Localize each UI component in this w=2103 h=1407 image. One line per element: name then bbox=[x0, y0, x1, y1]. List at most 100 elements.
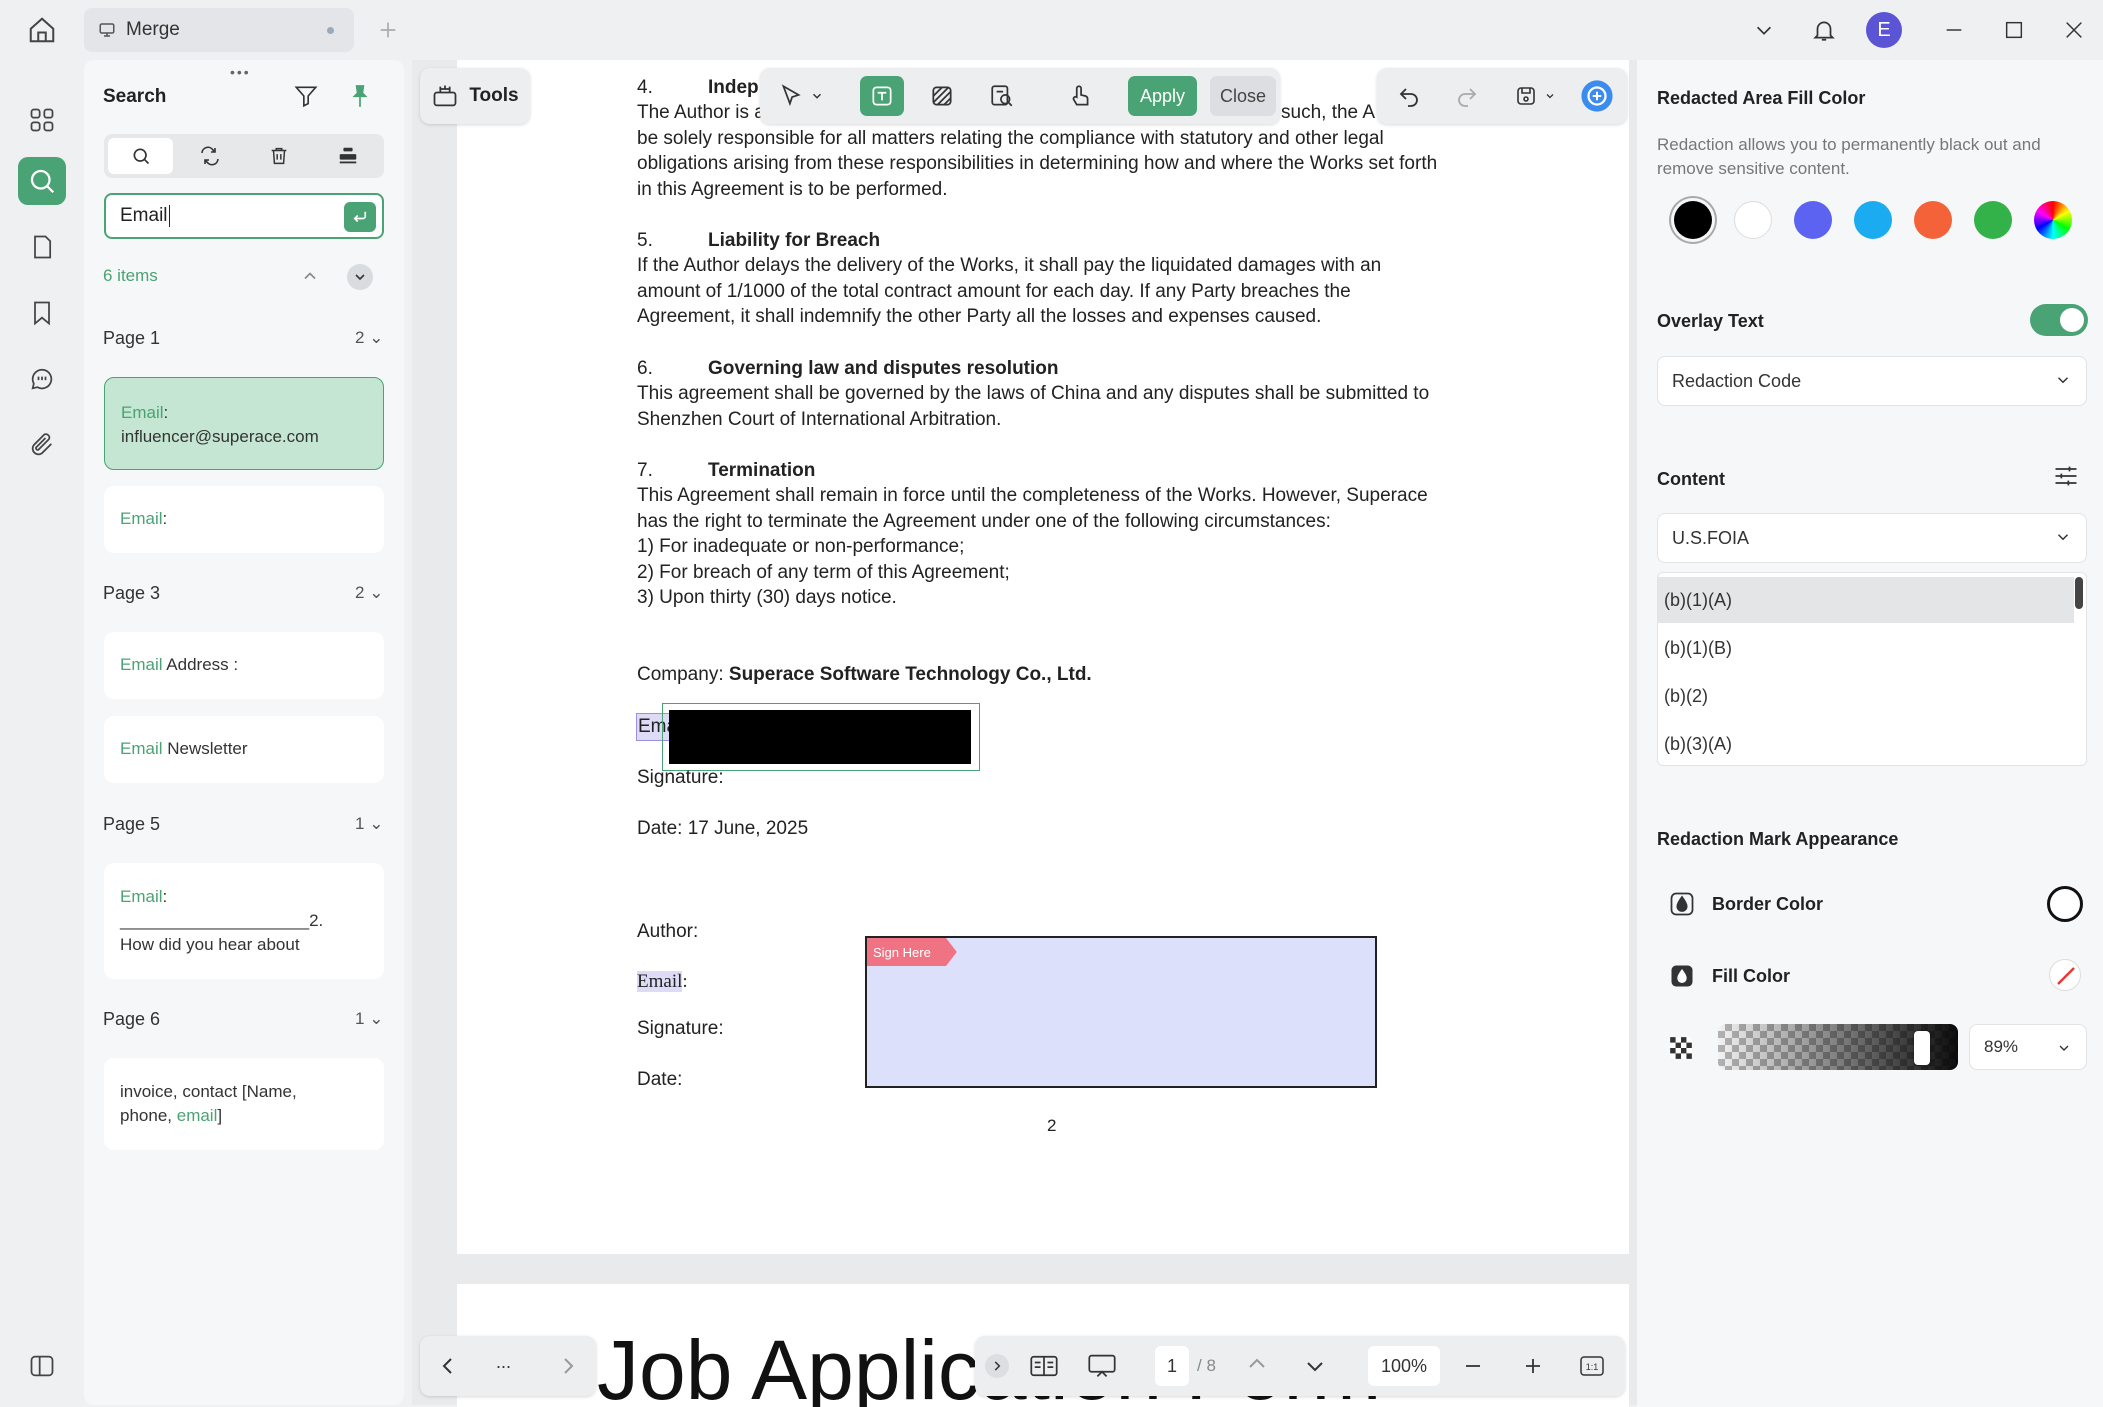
overlay-text-toggle[interactable] bbox=[2030, 304, 2088, 336]
filter-icon bbox=[294, 86, 318, 108]
redaction-code-list[interactable]: (b)(1)(A) (b)(1)(B) (b)(2) (b)(3)(A) bbox=[1657, 572, 2087, 766]
swatch-white[interactable] bbox=[1734, 201, 1772, 239]
zoom-level[interactable]: 100% bbox=[1368, 1346, 1440, 1386]
search-highlight[interactable]: Email bbox=[637, 971, 683, 992]
close-redaction-button[interactable]: Close bbox=[1210, 76, 1277, 116]
code-list-scrollbar[interactable] bbox=[2075, 577, 2083, 609]
rail-pages-button[interactable] bbox=[18, 223, 66, 271]
user-avatar[interactable]: E bbox=[1866, 12, 1902, 48]
undo-button[interactable] bbox=[1389, 76, 1429, 116]
zoom-in-button[interactable] bbox=[1521, 1354, 1545, 1378]
result-group-page-1[interactable]: Page 1 bbox=[103, 328, 160, 349]
search-input[interactable]: Email bbox=[104, 193, 384, 239]
next-page-button[interactable] bbox=[1303, 1354, 1327, 1378]
pin-button[interactable] bbox=[340, 76, 380, 116]
fill-color-picker[interactable] bbox=[2049, 959, 2081, 991]
minimize-icon bbox=[1946, 29, 1962, 31]
home-button[interactable] bbox=[22, 12, 62, 48]
overlay-text-select[interactable]: Redaction Code bbox=[1657, 356, 2087, 406]
actual-size-button[interactable]: 1:1 bbox=[1579, 1354, 1605, 1378]
close-icon bbox=[2066, 22, 2082, 38]
previous-result-button[interactable] bbox=[300, 266, 320, 286]
result-group-page-3[interactable]: Page 3 bbox=[103, 583, 160, 604]
current-page-input[interactable]: 1 bbox=[1155, 1346, 1189, 1386]
search-result[interactable]: invoice, contact [Name, phone, email] bbox=[104, 1058, 384, 1150]
filter-button[interactable] bbox=[286, 76, 326, 116]
swatch-green[interactable] bbox=[1974, 201, 2012, 239]
panel-drag-handle[interactable]: ••• bbox=[230, 64, 251, 80]
code-item[interactable]: (b)(3)(A) bbox=[1658, 721, 2074, 765]
search-result[interactable]: Email: influencer@superace.com bbox=[104, 377, 384, 470]
rail-bookmarks-button[interactable] bbox=[18, 289, 66, 337]
tabs-dropdown-button[interactable] bbox=[1744, 10, 1784, 50]
swatch-custom-color[interactable] bbox=[2034, 201, 2072, 239]
tools-label: Tools bbox=[469, 85, 519, 106]
select-tool-button[interactable] bbox=[772, 76, 830, 116]
screen-icon bbox=[1088, 1354, 1116, 1377]
sliders-icon bbox=[2055, 466, 2077, 486]
result-group-count[interactable]: 2 ⌄ bbox=[355, 583, 383, 603]
swatch-sky-blue[interactable] bbox=[1854, 201, 1892, 239]
result-group-page-5[interactable]: Page 5 bbox=[103, 814, 160, 835]
close-window-button[interactable] bbox=[2054, 10, 2094, 50]
save-button[interactable] bbox=[1505, 76, 1565, 116]
opacity-slider-thumb[interactable] bbox=[1914, 1031, 1930, 1065]
border-color-picker[interactable] bbox=[2047, 886, 2083, 922]
new-tab-button[interactable] bbox=[372, 14, 404, 46]
search-result[interactable]: Email: ____________________2. How did yo… bbox=[104, 863, 384, 979]
next-result-button[interactable] bbox=[347, 264, 373, 290]
rail-thumbnails-button[interactable] bbox=[18, 96, 66, 144]
mode-replace[interactable] bbox=[177, 138, 242, 174]
mark-text-redaction-button[interactable] bbox=[860, 76, 904, 116]
mode-redact[interactable] bbox=[315, 138, 380, 174]
mode-search[interactable] bbox=[108, 138, 173, 174]
ai-assistant-button[interactable] bbox=[1577, 76, 1617, 116]
maximize-button[interactable] bbox=[1994, 10, 2034, 50]
opacity-select[interactable]: 89% bbox=[1969, 1024, 2087, 1070]
content-settings-button[interactable] bbox=[2052, 462, 2080, 490]
swatch-black[interactable] bbox=[1674, 201, 1712, 239]
search-result[interactable]: Email: bbox=[104, 486, 384, 553]
page-layout-button[interactable] bbox=[1029, 1352, 1059, 1380]
forward-button[interactable] bbox=[556, 1354, 580, 1378]
result-group-count[interactable]: 1 ⌄ bbox=[355, 1009, 383, 1029]
presentation-button[interactable] bbox=[1087, 1352, 1117, 1380]
mode-delete[interactable] bbox=[246, 138, 311, 174]
search-icon bbox=[133, 148, 149, 165]
minimize-button[interactable] bbox=[1934, 10, 1974, 50]
code-item[interactable]: (b)(2) bbox=[1658, 673, 2074, 719]
expand-toolbar-button[interactable] bbox=[985, 1354, 1009, 1378]
search-result[interactable]: Email Address : bbox=[104, 632, 384, 699]
rail-attachments-button[interactable] bbox=[18, 421, 66, 469]
notifications-button[interactable] bbox=[1804, 10, 1844, 50]
search-submit-button[interactable] bbox=[344, 202, 376, 232]
apply-redaction-button[interactable]: Apply bbox=[1128, 76, 1198, 116]
redaction-mark[interactable] bbox=[669, 710, 971, 764]
swatch-orange[interactable] bbox=[1914, 201, 1952, 239]
rail-settings-button[interactable] bbox=[18, 1342, 66, 1390]
content-select[interactable]: U.S.FOIA bbox=[1657, 513, 2087, 563]
code-item[interactable]: (b)(1)(A) bbox=[1658, 577, 2074, 623]
tab-merge[interactable]: Merge bbox=[84, 8, 354, 52]
back-button[interactable] bbox=[436, 1354, 460, 1378]
signature-field[interactable]: Sign Here bbox=[865, 936, 1377, 1088]
redact-icon bbox=[339, 147, 356, 164]
code-item[interactable]: (b)(1)(B) bbox=[1658, 625, 2074, 671]
document-page[interactable]: 4. Indep The Author is a such, the A be … bbox=[457, 60, 1629, 1254]
tools-button[interactable]: Tools bbox=[420, 68, 530, 124]
more-button[interactable]: ... bbox=[496, 1352, 511, 1373]
redo-button[interactable] bbox=[1447, 76, 1487, 116]
result-group-count[interactable]: 1 ⌄ bbox=[355, 814, 383, 834]
search-result[interactable]: Email Newsletter bbox=[104, 716, 384, 783]
previous-page-button[interactable] bbox=[1245, 1352, 1269, 1376]
search-redact-button[interactable] bbox=[980, 76, 1024, 116]
result-group-count[interactable]: 2 ⌄ bbox=[355, 328, 383, 348]
redact-pages-button[interactable] bbox=[1058, 76, 1102, 116]
mark-area-redaction-button[interactable] bbox=[920, 76, 964, 116]
rail-search-button[interactable] bbox=[18, 157, 66, 205]
result-group-page-6[interactable]: Page 6 bbox=[103, 1009, 160, 1030]
rail-comments-button[interactable] bbox=[18, 355, 66, 403]
swatch-blue[interactable] bbox=[1794, 201, 1832, 239]
zoom-out-button[interactable] bbox=[1461, 1354, 1485, 1378]
sign-here-tag[interactable]: Sign Here bbox=[867, 938, 957, 966]
